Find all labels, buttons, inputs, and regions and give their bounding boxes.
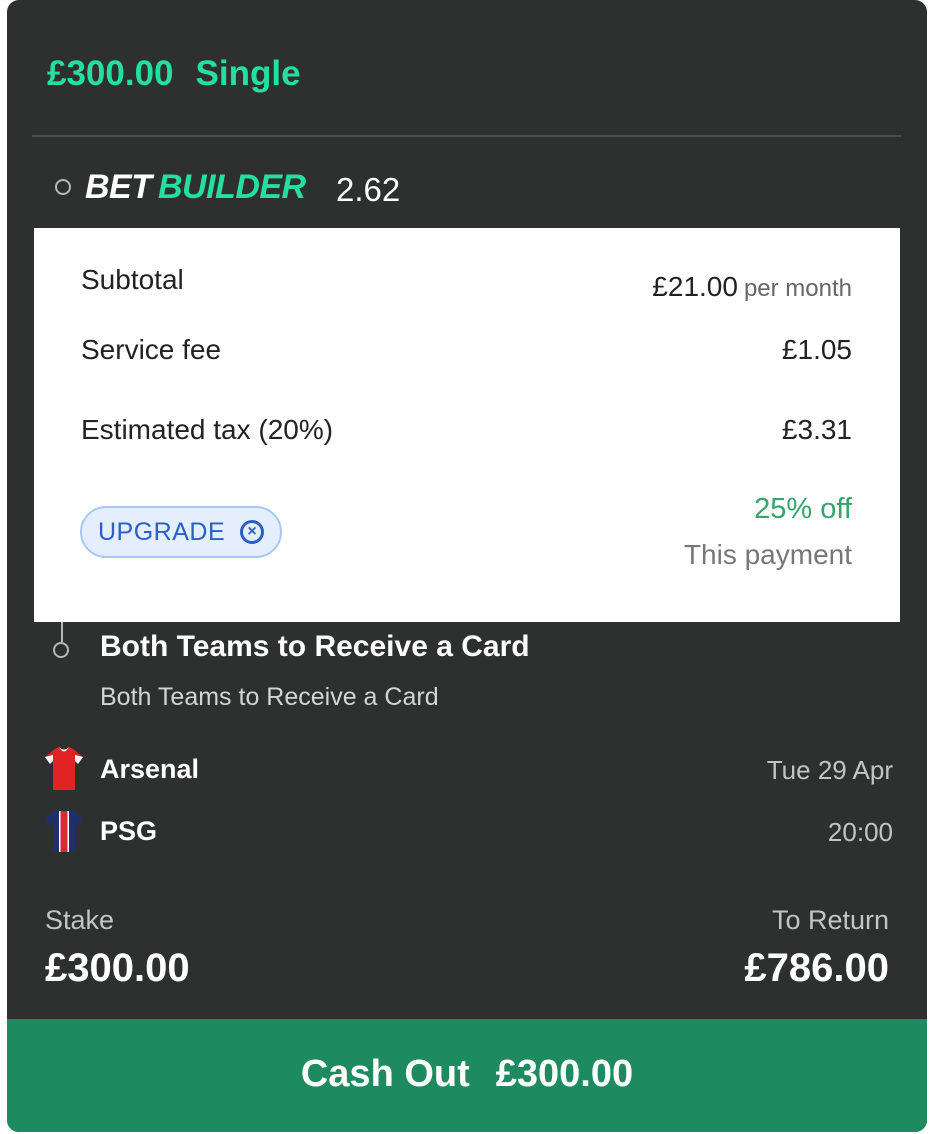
upgrade-chip-label: UPGRADE	[98, 518, 226, 546]
bet-stake-header: £300.00	[47, 54, 174, 93]
psg-kit-icon	[45, 809, 83, 852]
home-team-row: Arsenal Tue 29 Apr	[43, 746, 893, 792]
bet-type: Single	[195, 54, 301, 93]
circle-outline-icon	[53, 642, 69, 658]
header-divider	[32, 135, 901, 137]
selection-subtitle: Both Teams to Receive a Card	[100, 683, 439, 711]
cash-out-button[interactable]: Cash Out £300.00	[7, 1019, 927, 1132]
away-team-name: PSG	[100, 816, 158, 846]
tax-row: Estimated tax (20%) £3.31	[81, 414, 852, 454]
service-fee-row: Service fee £1.05	[81, 334, 852, 374]
to-return-value: £786.00	[744, 946, 889, 990]
leg-connector-line	[61, 622, 63, 642]
selection-title: Both Teams to Receive a Card	[100, 630, 530, 663]
service-fee-value: £1.05	[781, 334, 852, 365]
discount-scope: This payment	[683, 539, 852, 570]
subtotal-period: per month	[743, 275, 852, 302]
subtotal-value-group: £21.00 per month	[652, 271, 852, 303]
bet-builder-word-builder: BUILDER	[158, 168, 306, 206]
stake-label: Stake	[45, 905, 115, 935]
close-circle-icon[interactable]: ×	[240, 520, 264, 544]
cash-out-content: Cash Out £300.00	[7, 1053, 927, 1096]
match-time: 20:00	[827, 817, 893, 847]
tax-label: Estimated tax (20%)	[81, 414, 334, 445]
away-team-row: PSG 20:00	[43, 808, 893, 854]
bet-card: £300.00 Single BET BUILDER 2.62 Subtotal …	[7, 0, 927, 1132]
cash-out-amount: £300.00	[495, 1053, 634, 1095]
bet-builder-odds: 2.62	[336, 171, 401, 208]
stake-value: £300.00	[45, 946, 190, 990]
to-return-label: To Return	[771, 905, 889, 935]
home-team-name: Arsenal	[100, 754, 200, 784]
service-fee-label: Service fee	[81, 334, 222, 365]
subtotal-label: Subtotal	[81, 264, 184, 295]
cash-out-label: Cash Out	[300, 1053, 470, 1095]
discount-text: 25% off	[754, 493, 852, 525]
arsenal-kit-icon	[45, 747, 83, 790]
payment-summary-panel: Subtotal £21.00 per month Service fee £1.…	[34, 228, 900, 622]
upgrade-promo-chip[interactable]: UPGRADE ×	[80, 506, 282, 558]
subtotal-row: Subtotal £21.00 per month	[81, 264, 852, 304]
bet-header: £300.00 Single	[47, 54, 301, 94]
tax-value: £3.31	[781, 414, 852, 445]
subtotal-value: £21.00	[652, 271, 738, 302]
bet-builder-word-bet: BET	[85, 168, 152, 206]
circle-outline-icon	[55, 179, 71, 195]
match-date: Tue 29 Apr	[766, 755, 893, 785]
